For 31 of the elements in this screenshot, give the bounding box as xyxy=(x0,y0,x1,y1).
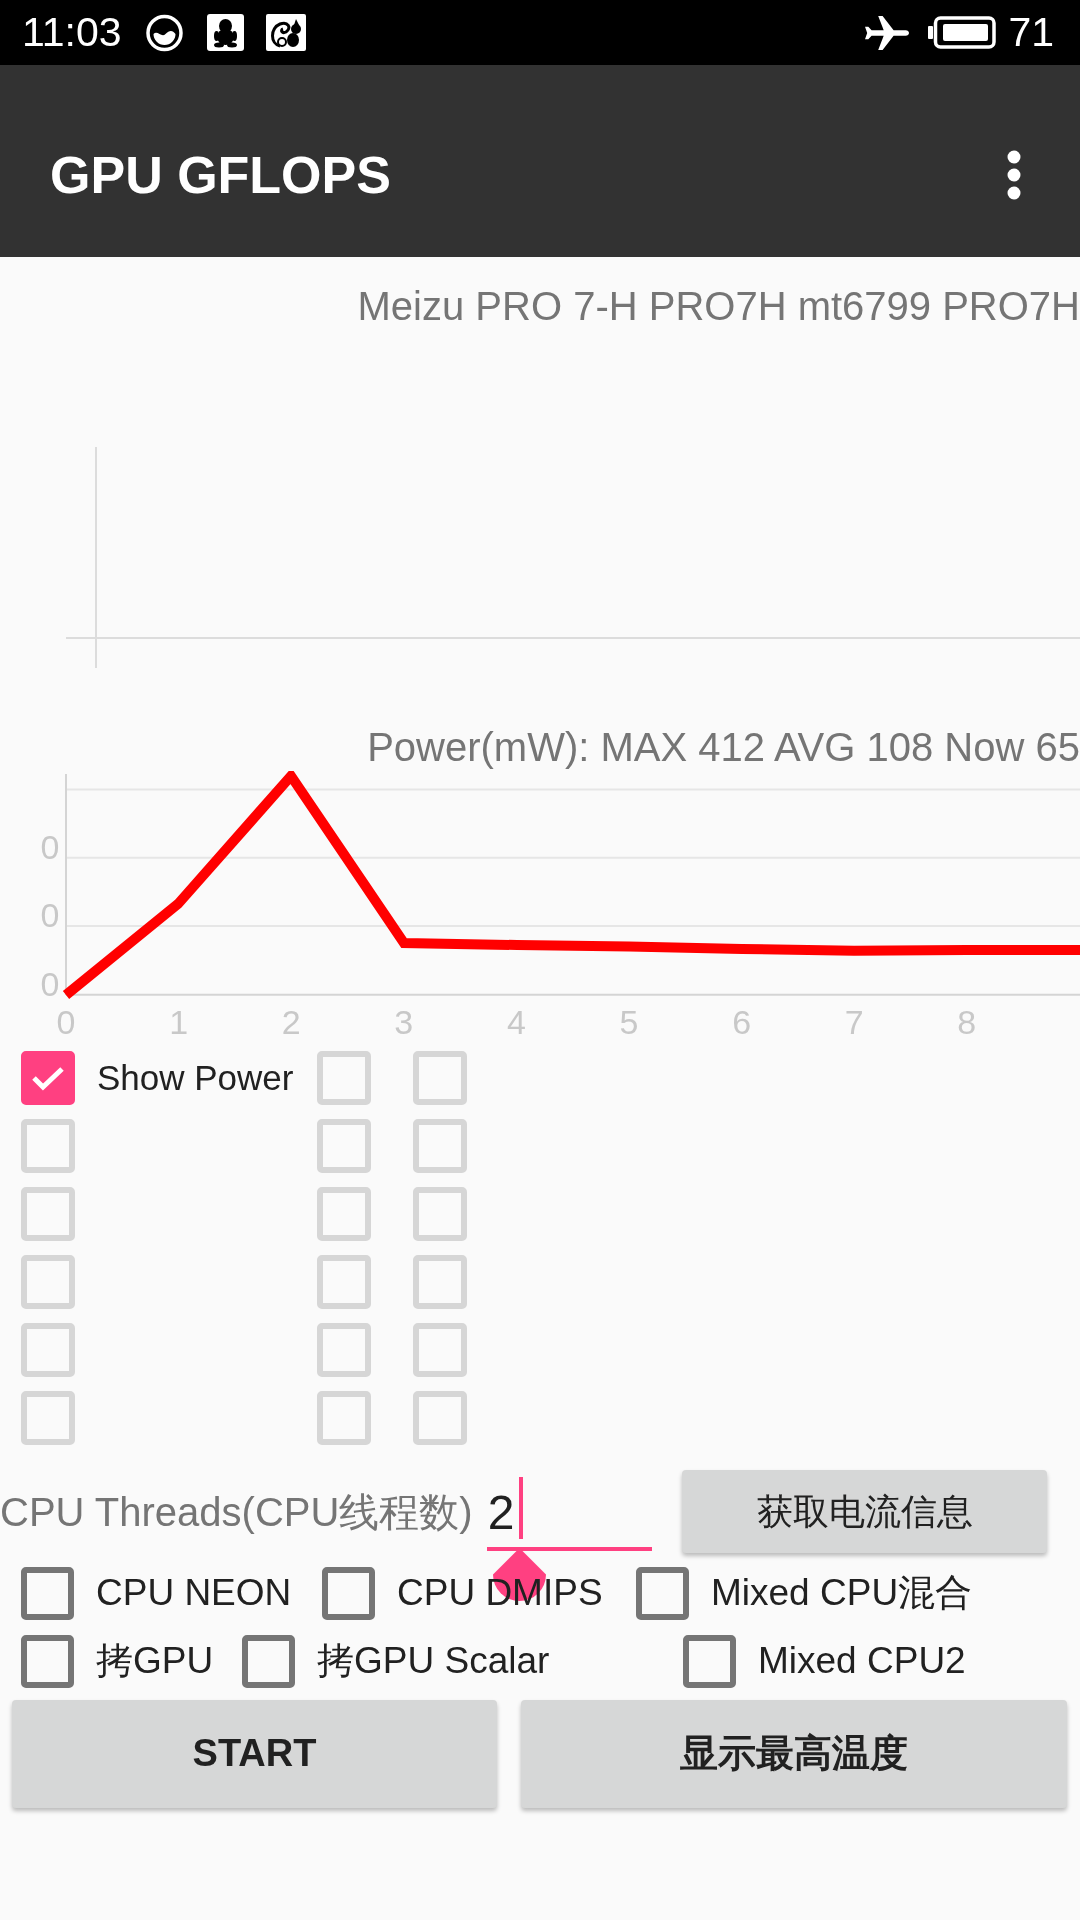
checkbox-label[interactable]: Mixed CPU2 xyxy=(758,1639,966,1684)
checkbox[interactable] xyxy=(636,1567,689,1620)
squirrel-icon xyxy=(265,14,306,51)
checkbox-label[interactable]: CPU DMIPS xyxy=(397,1571,603,1616)
app-title: GPU GFLOPS xyxy=(50,149,391,201)
battery-percent: 71 xyxy=(1008,12,1054,53)
checkbox[interactable] xyxy=(21,1567,74,1620)
checkbox[interactable] xyxy=(322,1567,375,1620)
wave-circle-icon xyxy=(144,13,184,52)
penguin-icon xyxy=(206,14,244,51)
airplane-icon xyxy=(865,15,910,50)
checkbox[interactable] xyxy=(21,1635,74,1688)
status-time: 11:03 xyxy=(22,12,122,53)
chart-title: Power(mW): MAX 412 AVG 108 Now 65 xyxy=(366,724,1080,771)
checkbox[interactable] xyxy=(242,1635,295,1688)
checkbox-label[interactable]: 拷GPU Scalar xyxy=(317,1639,550,1684)
checkbox-label[interactable]: Mixed CPU混合 xyxy=(711,1571,973,1616)
battery-icon xyxy=(928,16,997,49)
more-options-icon[interactable] xyxy=(1007,150,1021,200)
action-button[interactable]: 显示最高温度 xyxy=(521,1700,1067,1808)
text-cursor xyxy=(518,1477,523,1539)
device-info: Meizu PRO 7-H PRO7H mt6799 PRO7H xyxy=(356,283,1080,330)
checkbox[interactable] xyxy=(21,1051,75,1105)
threads-label: CPU Threads(CPU线程数) xyxy=(0,1488,473,1536)
checkbox-label[interactable]: CPU NEON xyxy=(96,1571,292,1616)
start-button[interactable]: START xyxy=(12,1700,497,1808)
checkbox-label[interactable]: Show Power xyxy=(97,1057,294,1099)
checkbox-label[interactable]: 拷GPU xyxy=(96,1639,214,1684)
current-info-button[interactable]: 获取电流信息 xyxy=(682,1470,1047,1553)
check-icon xyxy=(31,1065,65,1091)
checkbox[interactable] xyxy=(683,1635,736,1688)
